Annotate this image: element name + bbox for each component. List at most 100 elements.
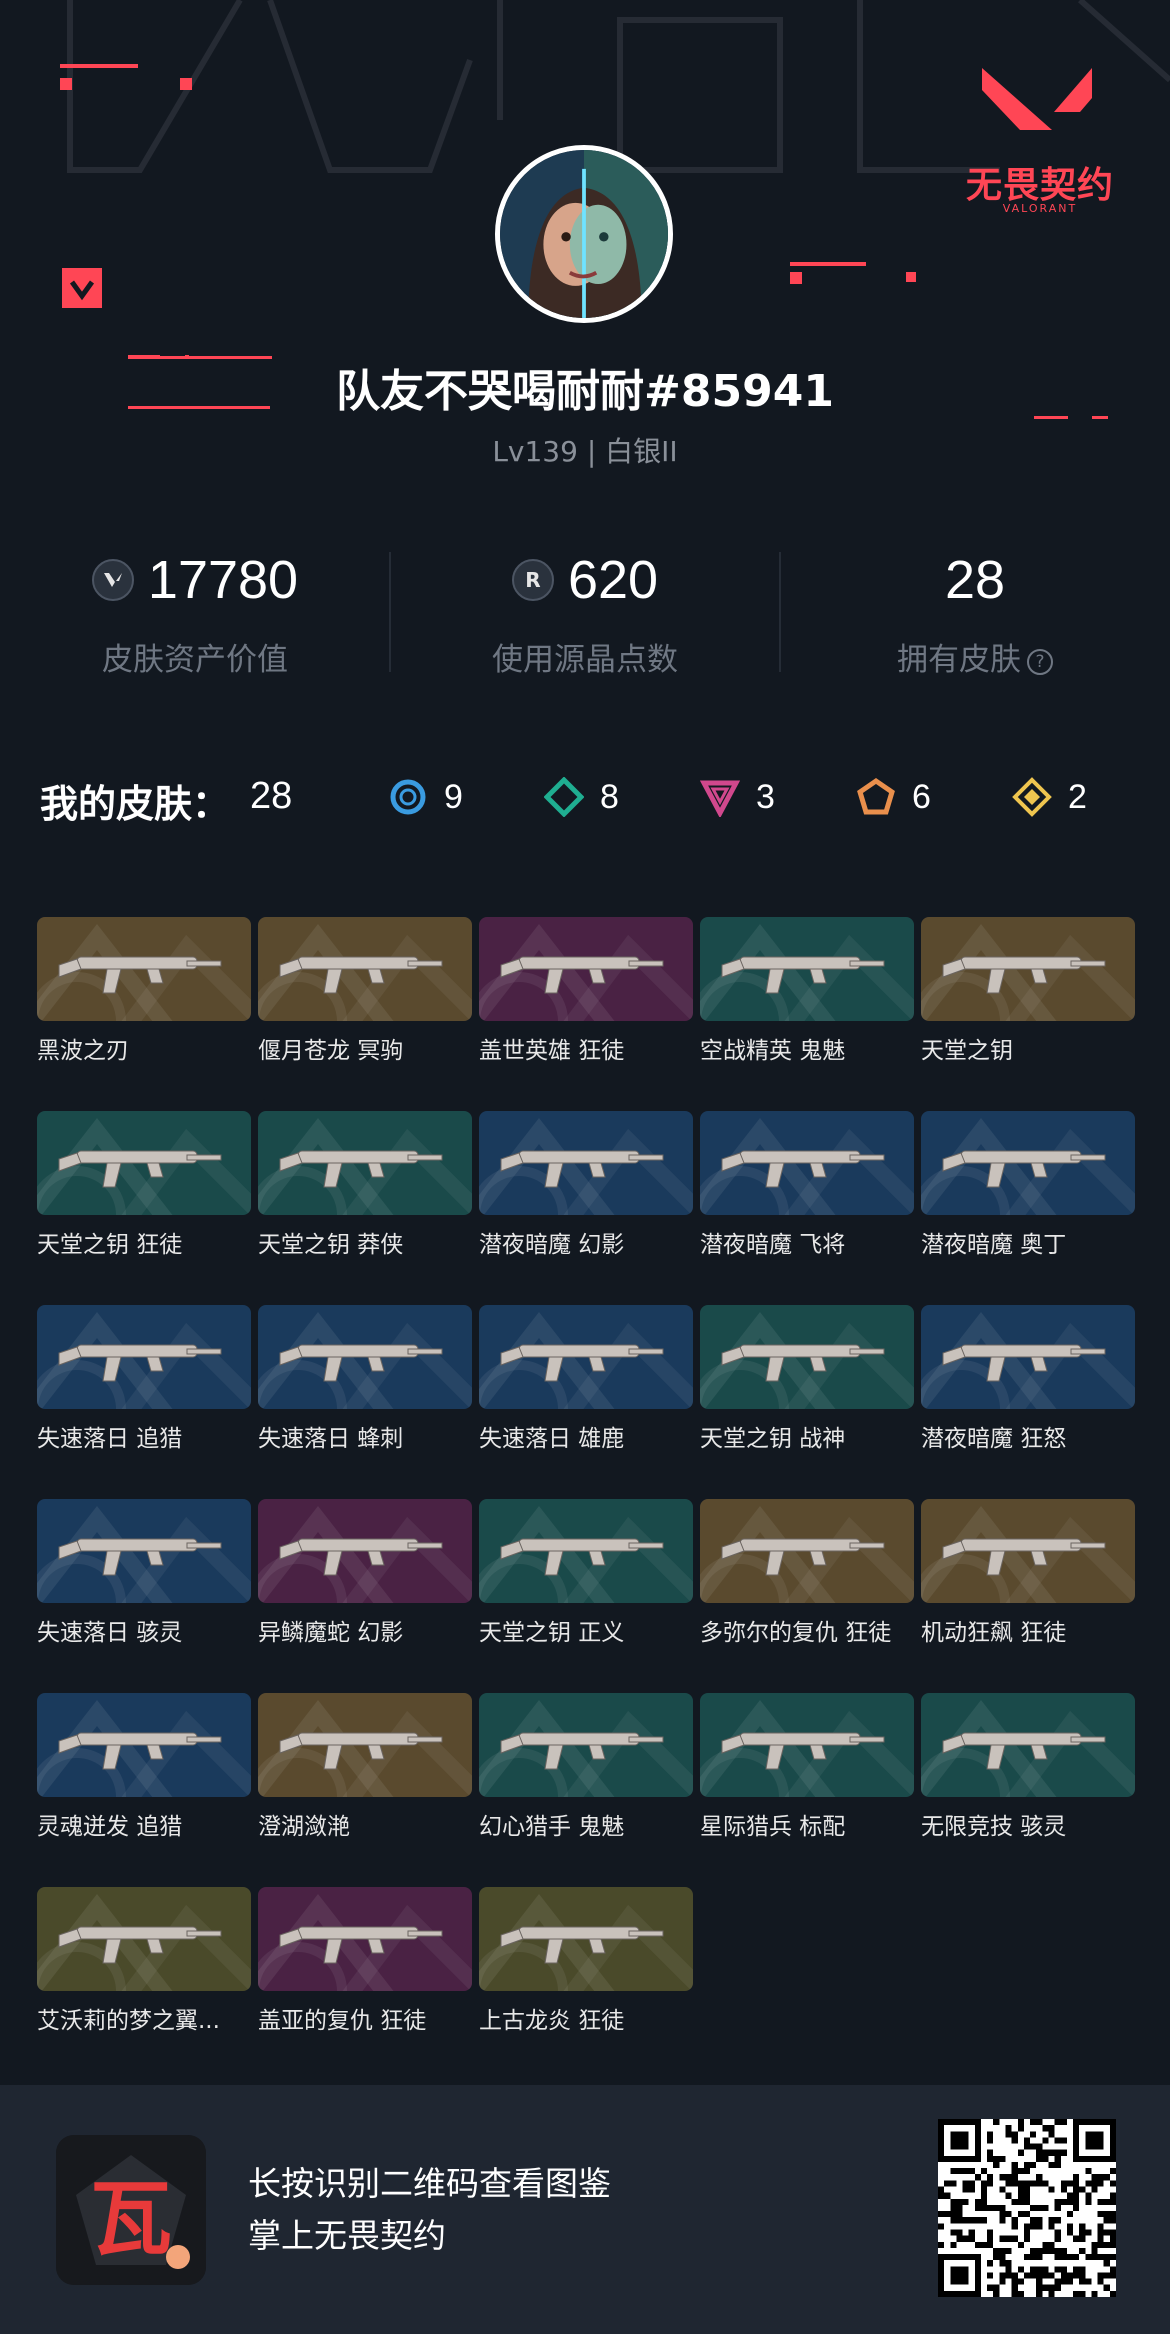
qr-code-icon (938, 2119, 1116, 2297)
skin-name: 澄湖潋滟 (258, 1814, 350, 1840)
skin-item[interactable]: 潜夜暗魔 幻影 (479, 1111, 693, 1258)
ultra-tier-icon (1012, 777, 1052, 817)
skin-card (700, 1499, 914, 1603)
skin-item[interactable]: 黑波之刃 (37, 917, 251, 1064)
skin-item[interactable]: 天堂之钥 (921, 917, 1135, 1064)
skin-item[interactable]: 灵魂迸发 追猎 (37, 1693, 251, 1840)
skin-item[interactable]: 盖世英雄 狂徒 (479, 917, 693, 1064)
skin-item[interactable]: 天堂之钥 莽侠 (258, 1111, 472, 1258)
avatar[interactable] (495, 145, 673, 323)
skin-card (700, 1693, 914, 1797)
skin-name: 天堂之钥 正义 (479, 1620, 625, 1646)
skin-name: 潜夜暗魔 幻影 (479, 1232, 625, 1258)
help-icon[interactable]: ? (1027, 648, 1053, 675)
skin-summary-page: 无畏契约 VALORANT 队友不哭喝耐耐#85941 Lv139 | 白银II… (0, 0, 1170, 2334)
skin-name: 潜夜暗魔 飞将 (700, 1232, 846, 1258)
skin-item[interactable]: 盖亚的复仇 狂徒 (258, 1887, 472, 2034)
stat-value: 620 (567, 550, 659, 610)
weapon-image-icon (37, 1887, 251, 1991)
qr-code[interactable] (938, 2119, 1116, 2297)
skin-card (479, 1499, 693, 1603)
skin-card (37, 1693, 251, 1797)
skin-card (258, 1111, 472, 1215)
skin-item[interactable]: 天堂之钥 正义 (479, 1499, 693, 1646)
footer: 瓦 长按识别二维码查看图鉴 掌上无畏契约 (0, 2085, 1170, 2334)
weapon-image-icon (479, 1693, 693, 1797)
skin-item[interactable]: 天堂之钥 狂徒 (37, 1111, 251, 1258)
premium-tier-icon (700, 780, 740, 817)
skin-card (37, 1111, 251, 1215)
skin-card (700, 917, 914, 1021)
stat-label: 拥有皮肤 (897, 642, 1021, 678)
skin-item[interactable]: 空战精英 鬼魅 (700, 917, 914, 1064)
skin-name: 多弥尔的复仇 狂徒 (700, 1620, 892, 1646)
brand-logo-block: 无畏契约 VALORANT (940, 60, 1140, 220)
skin-card (37, 1887, 251, 1991)
tier-exclusive: 6 (856, 775, 931, 819)
weapon-image-icon (921, 1499, 1135, 1603)
skin-name: 机动狂飙 狂徒 (921, 1620, 1067, 1646)
select-tier-icon (390, 779, 426, 815)
skin-card (921, 1693, 1135, 1797)
skin-name: 潜夜暗魔 奥丁 (921, 1232, 1067, 1258)
skin-item[interactable]: 潜夜暗魔 飞将 (700, 1111, 914, 1258)
skin-name: 偃月苍龙 冥驹 (258, 1038, 404, 1064)
skin-item[interactable]: 失速落日 蜂刺 (258, 1305, 472, 1452)
skin-item[interactable]: 艾沃莉的梦之翼... (37, 1887, 251, 2034)
skin-item[interactable]: 机动狂飙 狂徒 (921, 1499, 1135, 1646)
skin-card (479, 1887, 693, 1991)
skin-card (37, 917, 251, 1021)
skin-card (479, 917, 693, 1021)
skins-total: 28 (250, 775, 293, 817)
skin-grid: 黑波之刃 偃月苍龙 冥驹 盖世英雄 狂徒 空战精英 鬼魅 天堂之钥 天堂之钥 狂徒 天堂之钥… (37, 917, 1137, 2037)
username: 队友不哭喝耐耐#85941 (336, 366, 834, 417)
skin-item[interactable]: 天堂之钥 战神 (700, 1305, 914, 1452)
skin-item[interactable]: 潜夜暗魔 狂怒 (921, 1305, 1135, 1452)
exclusive-tier-icon (857, 777, 895, 815)
skin-name: 异鳞魔蛇 幻影 (258, 1620, 404, 1646)
weapon-image-icon (258, 1887, 472, 1991)
weapon-image-icon (700, 1305, 914, 1409)
weapon-image-icon (921, 917, 1135, 1021)
valorant-points-icon (91, 559, 134, 601)
skin-name: 盖亚的复仇 狂徒 (258, 2008, 427, 2034)
skin-item[interactable]: 偃月苍龙 冥驹 (258, 917, 472, 1064)
skin-item[interactable]: 无限竞技 骇灵 (921, 1693, 1135, 1840)
skin-item[interactable]: 星际猎兵 标配 (700, 1693, 914, 1840)
skin-item[interactable]: 失速落日 雄鹿 (479, 1305, 693, 1452)
skin-name: 天堂之钥 战神 (700, 1426, 846, 1452)
skin-name: 空战精英 鬼魅 (700, 1038, 846, 1064)
weapon-image-icon (700, 1499, 914, 1603)
stat-value: 28 (944, 550, 1006, 610)
skin-item[interactable]: 失速落日 追猎 (37, 1305, 251, 1452)
skin-item[interactable]: 多弥尔的复仇 狂徒 (700, 1499, 914, 1646)
tier-count: 2 (1068, 777, 1087, 816)
weapon-image-icon (258, 1305, 472, 1409)
weapon-image-icon (37, 1693, 251, 1797)
skin-card (700, 1305, 914, 1409)
tier-ultra: 2 (1012, 775, 1087, 819)
skin-item[interactable]: 异鳞魔蛇 幻影 (258, 1499, 472, 1646)
deluxe-tier-icon (544, 777, 584, 817)
skin-card (479, 1693, 693, 1797)
skin-name: 失速落日 追猎 (37, 1426, 183, 1452)
weapon-image-icon (921, 1111, 1135, 1215)
skin-name: 灵魂迸发 追猎 (37, 1814, 183, 1840)
skin-name: 失速落日 骇灵 (37, 1620, 183, 1646)
skin-name: 幻心猎手 鬼魅 (479, 1814, 625, 1840)
skin-item[interactable]: 失速落日 骇灵 (37, 1499, 251, 1646)
skin-card (258, 1499, 472, 1603)
skin-item[interactable]: 上古龙炎 狂徒 (479, 1887, 693, 2034)
skin-item[interactable]: 幻心猎手 鬼魅 (479, 1693, 693, 1840)
weapon-image-icon (258, 1693, 472, 1797)
weapon-image-icon (921, 1693, 1135, 1797)
skin-item[interactable]: 潜夜暗魔 奥丁 (921, 1111, 1135, 1258)
skin-item[interactable]: 澄湖潋滟 (258, 1693, 472, 1840)
brand-subtitle: VALORANT (1002, 202, 1078, 215)
stat-label: 皮肤资产价值 (102, 642, 288, 678)
skin-card (258, 1693, 472, 1797)
app-icon[interactable]: 瓦 (56, 2135, 206, 2285)
weapon-image-icon (258, 1499, 472, 1603)
skin-name: 天堂之钥 狂徒 (37, 1232, 183, 1258)
footer-app-name: 掌上无畏契约 (248, 2216, 446, 2255)
